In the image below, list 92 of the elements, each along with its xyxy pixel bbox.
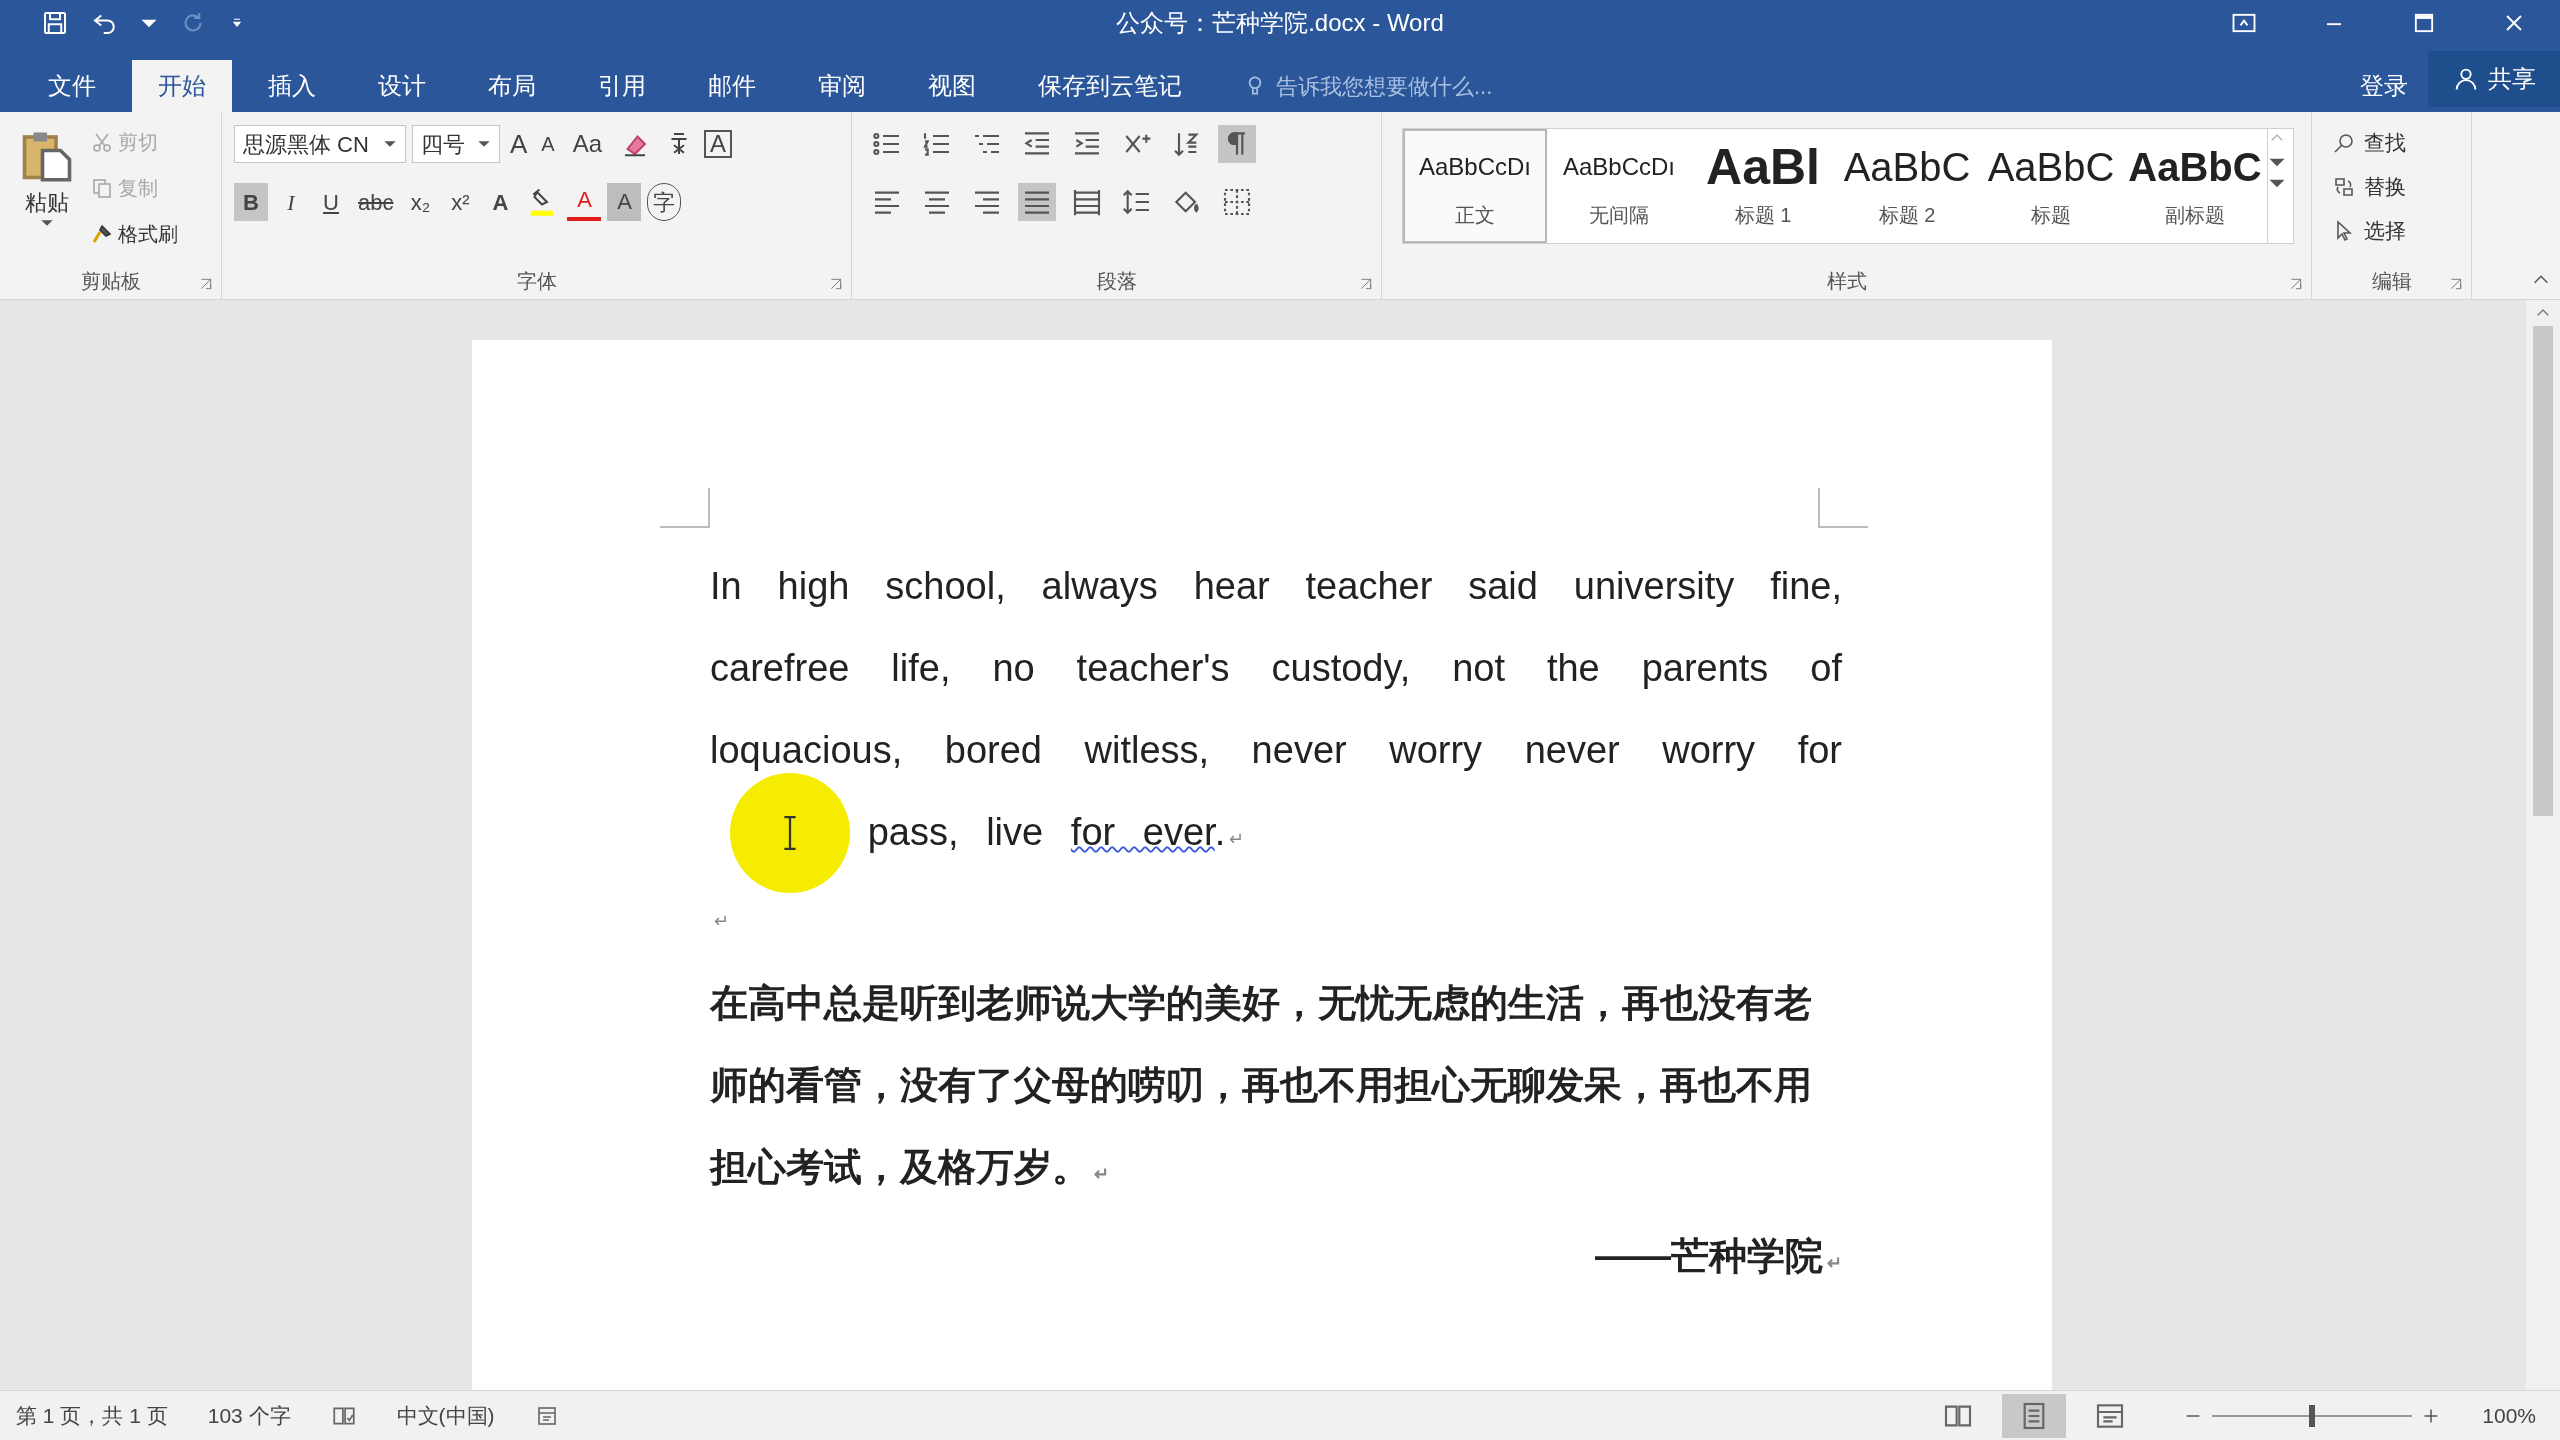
shrink-font-button[interactable]: A	[537, 129, 559, 159]
style-name: 副标题	[2165, 203, 2225, 228]
underline-button[interactable]: U	[314, 183, 348, 221]
caret-icon	[2268, 157, 2286, 168]
paragraph-mark: ↵	[1094, 1164, 1109, 1184]
group-label: 剪贴板	[80, 269, 141, 294]
paragraph-text: 在高中总是听到老师说大学的美好，无忧无虑的生活，再也没有老师的看管，没有了父母的唠叨，再也不用担心无聊发呆，再也不用担心考试，及格万岁。↵	[710, 981, 1813, 1190]
pilcrow-icon[interactable]	[1218, 125, 1256, 163]
copy-icon	[90, 176, 114, 200]
style-item[interactable]: AaBbC 标题	[1979, 129, 2123, 243]
style-name: 标题 1	[1734, 203, 1792, 228]
paragraph-mark: ↵	[714, 909, 729, 933]
change-case-button[interactable]: Aa	[564, 126, 611, 162]
caret-icon	[383, 140, 397, 148]
zoom-percent[interactable]: 100%	[2482, 1399, 2536, 1432]
paragraph-text: In high school, always hear teacher said university fine, carefree life, no teacher's custody, not the parents of loquacious, bored witless, never worry never worry for pass, live for ever.↵	[710, 545, 1842, 880]
font-color-button[interactable]: A	[567, 183, 602, 221]
group-label: 字体	[516, 269, 557, 294]
paragraph-mark: ↵	[1229, 829, 1245, 849]
ribbon-tab[interactable]: 文件	[22, 60, 122, 112]
ribbon-tab[interactable]: 邮件	[682, 60, 782, 112]
scrollbar-thumb[interactable]	[2533, 326, 2553, 816]
dialog-launcher-icon[interactable]	[2449, 277, 2463, 291]
text-cursor-icon	[783, 815, 797, 850]
font-size-field[interactable]: 四号	[412, 125, 500, 163]
bold-button[interactable]: B	[234, 183, 268, 221]
justify-icon[interactable]	[1018, 183, 1056, 221]
word-count: 103 个字	[207, 1402, 291, 1429]
ribbon-tab[interactable]: 视图	[902, 60, 1002, 112]
select-button[interactable]: 选择	[2332, 212, 2406, 250]
corner-mark	[660, 488, 710, 528]
dialog-launcher-icon[interactable]	[199, 277, 213, 291]
replace-button[interactable]: 替换	[2332, 168, 2406, 206]
style-item[interactable]: AaBbC 标题 2	[1835, 129, 1979, 243]
page-icon[interactable]	[2002, 1393, 2067, 1438]
style-preview: AaBl	[1706, 142, 1820, 192]
style-item[interactable]: AaBl 标题 1	[1691, 129, 1835, 243]
ribbon-tab[interactable]: 保存到云笔记	[1012, 60, 1208, 112]
window-title: 公众号：芒种学院.docx - Word	[1115, 8, 1445, 38]
grow-font-button[interactable]: A	[506, 124, 532, 164]
zoom-slider[interactable]	[2212, 1404, 2413, 1427]
style-name: 标题 2	[1878, 203, 1936, 228]
style-item[interactable]: AaBbCcDı 无间隔	[1547, 129, 1691, 243]
ribbon-tab[interactable]: 插入	[242, 60, 342, 112]
style-name: 正文	[1455, 203, 1495, 228]
style-preview: AaBbCcDı	[1418, 152, 1531, 182]
dialog-launcher-icon[interactable]	[829, 277, 843, 291]
style-preview: AaBbC	[1987, 144, 2115, 191]
caret-icon	[477, 140, 491, 148]
ribbon-tab[interactable]: 审阅	[792, 60, 892, 112]
ribbon-tab[interactable]: 布局	[462, 60, 562, 112]
group-label: 段落	[1096, 269, 1137, 294]
caret-icon	[2268, 178, 2286, 189]
style-preview: AaBbC	[1843, 144, 1971, 191]
caret-icon[interactable]	[140, 17, 158, 29]
dialog-launcher-icon[interactable]	[1359, 277, 1373, 291]
italic-button[interactable]: I	[274, 183, 308, 221]
style-item[interactable]: AaBbC 副标题	[2123, 129, 2267, 243]
signature-text: ——芒种学院↵	[1594, 1234, 1842, 1279]
sign-in-link[interactable]: 登录	[2340, 60, 2428, 112]
ribbon-tab[interactable]: 引用	[572, 60, 672, 112]
vertical-scrollbar[interactable]	[2526, 300, 2560, 1390]
tell-me-field[interactable]: 告诉我您想要做什么...	[1276, 69, 1596, 103]
replace-icon	[2332, 175, 2356, 199]
page-count: 第 1 页，共 1 页	[16, 1402, 168, 1429]
share-button[interactable]: 共享	[2428, 51, 2560, 107]
format-painter-button[interactable]: 格式刷	[90, 216, 178, 252]
superscript-button[interactable]: x²	[443, 183, 478, 221]
style-preview: AaBbCcDı	[1562, 152, 1675, 182]
style-preview: AaBbC	[2128, 144, 2262, 191]
ribbon-tab[interactable]: 设计	[352, 60, 452, 112]
character-border-button[interactable]: A	[704, 130, 733, 158]
font-name-field[interactable]: 思源黑体 CN	[234, 125, 406, 163]
style-item[interactable]: AaBbCcDı 正文	[1403, 129, 1547, 243]
text-effects-button[interactable]: A	[483, 183, 518, 221]
strikethrough-button[interactable]: abc	[354, 183, 398, 221]
style-name: 无间隔	[1589, 203, 1649, 228]
corner-mark	[1818, 488, 1868, 528]
character-shading-button[interactable]: A	[607, 183, 642, 221]
style-name: 标题	[2031, 203, 2071, 228]
paste-button[interactable]: 粘贴	[12, 124, 82, 263]
language-label: 中文(中国)	[396, 1402, 495, 1429]
ribbon-tab[interactable]: 开始	[132, 60, 232, 112]
subscript-button[interactable]: x₂	[403, 183, 438, 221]
dialog-launcher-icon[interactable]	[2289, 277, 2303, 291]
group-label: 样式	[1826, 269, 1867, 294]
paragraph-mark: ↵	[1827, 1253, 1842, 1273]
caret-icon	[40, 219, 54, 227]
find-button[interactable]: 查找	[2332, 124, 2406, 162]
zoom-slider-thumb[interactable]	[2309, 1404, 2316, 1427]
search-icon	[2332, 131, 2356, 155]
group-label: 编辑	[2371, 269, 2412, 294]
